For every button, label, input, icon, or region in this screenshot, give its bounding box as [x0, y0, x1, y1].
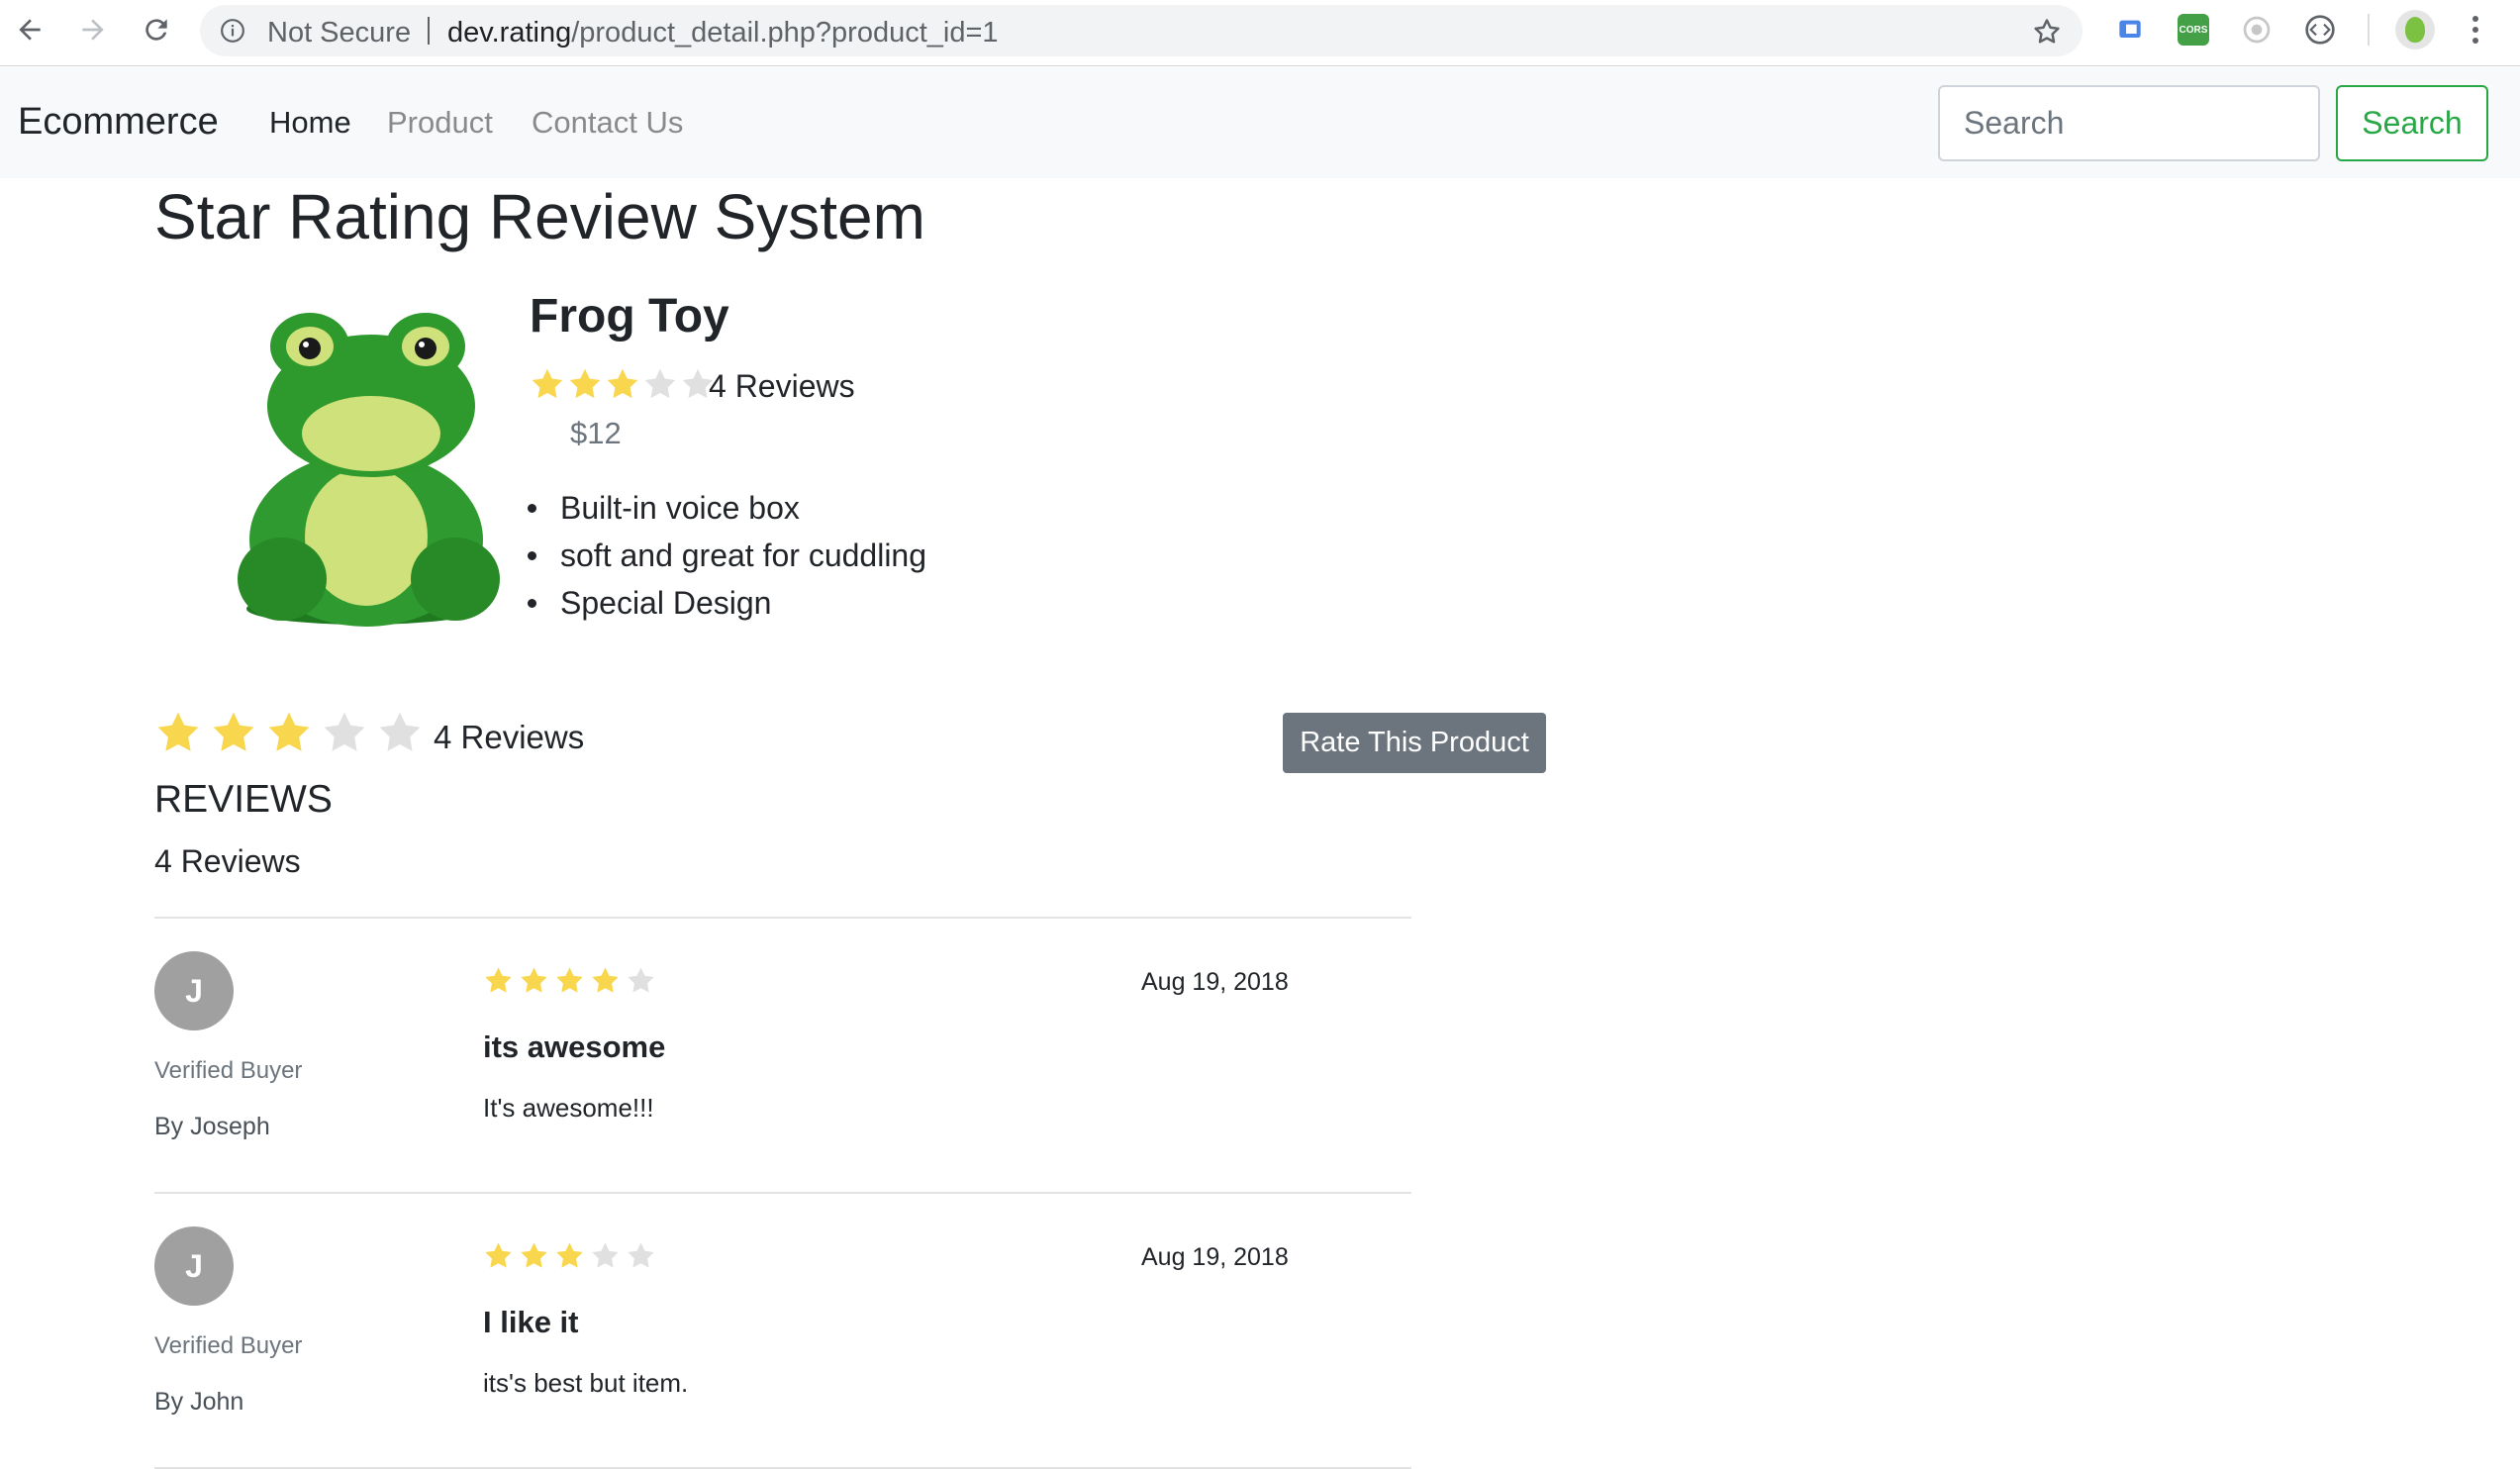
star-filled-icon: [532, 368, 563, 399]
cors-extension-icon[interactable]: CORS: [2178, 14, 2209, 46]
profile-avatar-icon[interactable]: [2395, 10, 2435, 49]
summary-reviews-count: 4 Reviews: [434, 719, 585, 755]
verified-buyer-badge: Verified Buyer: [154, 1332, 303, 1359]
star-filled-icon: [521, 967, 547, 993]
brand-logo[interactable]: Ecommerce: [18, 101, 219, 144]
star-filled-icon: [268, 712, 310, 751]
info-icon[interactable]: [220, 18, 245, 44]
camera-extension-icon[interactable]: [2241, 14, 2273, 46]
product-features-list: Built-in voice box soft and great for cu…: [527, 489, 926, 632]
verified-buyer-badge: Verified Buyer: [154, 1057, 303, 1084]
review-body: its's best but item.: [483, 1368, 689, 1398]
star-filled-icon: [569, 368, 601, 399]
star-filled-icon: [485, 967, 512, 993]
review-date: Aug 19, 2018: [1141, 1243, 1289, 1271]
review-item: J Verified Buyer By John Aug 19, 2018 I …: [154, 1194, 1411, 1467]
search-input[interactable]: [1938, 85, 2320, 161]
product-reviews-count[interactable]: 4 Reviews: [709, 368, 855, 405]
browser-toolbar: Not Secure dev.rating/product_detail.php…: [0, 0, 2520, 66]
star-filled-icon: [213, 712, 254, 751]
review-rating-stars: [483, 1240, 656, 1271]
toolbar-separator: [2368, 14, 2370, 46]
review-author: By Joseph: [154, 1113, 270, 1140]
address-divider: [428, 17, 430, 45]
review-date: Aug 19, 2018: [1141, 968, 1289, 996]
cors-extension-label: CORS: [2179, 24, 2208, 36]
reload-icon[interactable]: [137, 10, 176, 49]
product-price: $12: [570, 416, 622, 450]
star-filled-icon: [592, 967, 619, 993]
url-text[interactable]: dev.rating/product_detail.php?product_id…: [447, 17, 999, 49]
product-name: Frog Toy: [530, 290, 729, 343]
search-button[interactable]: Search: [2336, 85, 2488, 161]
url-host: dev.rating: [447, 17, 572, 49]
star-filled-icon: [521, 1242, 547, 1268]
star-empty-icon: [379, 712, 421, 751]
review-body: It's awesome!!!: [483, 1093, 654, 1123]
feature-item: soft and great for cuddling: [527, 537, 926, 584]
star-empty-icon: [644, 368, 676, 399]
security-label: Not Secure: [267, 17, 412, 49]
star-empty-icon: [592, 1242, 619, 1268]
star-empty-icon: [628, 967, 654, 993]
bookmark-star-icon[interactable]: [2032, 17, 2062, 47]
browser-menu-icon[interactable]: [2461, 12, 2490, 48]
address-bar[interactable]: Not Secure dev.rating/product_detail.php…: [200, 5, 2083, 56]
page-extension-icon[interactable]: [2114, 14, 2146, 46]
star-filled-icon: [556, 1242, 583, 1268]
frog-toy-image: [238, 313, 500, 627]
reviews-heading: REVIEWS: [154, 778, 333, 821]
review-title: its awesome: [483, 1029, 666, 1064]
feature-item: Special Design: [527, 584, 926, 632]
review-author: By John: [154, 1388, 244, 1416]
review-rating-stars: [483, 965, 656, 996]
back-arrow-icon[interactable]: [10, 10, 49, 49]
feature-item: Built-in voice box: [527, 489, 926, 537]
avatar: J: [154, 1226, 234, 1306]
avatar: J: [154, 951, 234, 1030]
review-item: J Verified Buyer By Joseph Aug 19, 2018 …: [154, 919, 1411, 1192]
reviews-count: 4 Reviews: [154, 843, 301, 879]
page-title: Star Rating Review System: [154, 181, 925, 252]
star-filled-icon: [607, 368, 638, 399]
review-title: I like it: [483, 1305, 579, 1339]
nav-link-home[interactable]: Home: [269, 105, 351, 141]
site-navbar: Ecommerce Home Product Contact Us Search: [0, 67, 2520, 178]
url-path: /product_detail.php?product_id=1: [571, 17, 999, 49]
star-empty-icon: [324, 712, 365, 751]
nav-link-product[interactable]: Product: [387, 105, 493, 141]
rate-this-product-button[interactable]: Rate This Product: [1283, 713, 1546, 773]
code-extension-icon[interactable]: [2304, 14, 2336, 46]
nav-link-contact-us[interactable]: Contact Us: [532, 105, 683, 141]
star-empty-icon: [628, 1242, 654, 1268]
summary-rating-stars: [154, 709, 424, 756]
star-filled-icon: [556, 967, 583, 993]
product-rating-stars: [530, 366, 716, 402]
star-filled-icon: [485, 1242, 512, 1268]
forward-arrow-icon[interactable]: [73, 10, 113, 49]
star-filled-icon: [157, 712, 199, 751]
